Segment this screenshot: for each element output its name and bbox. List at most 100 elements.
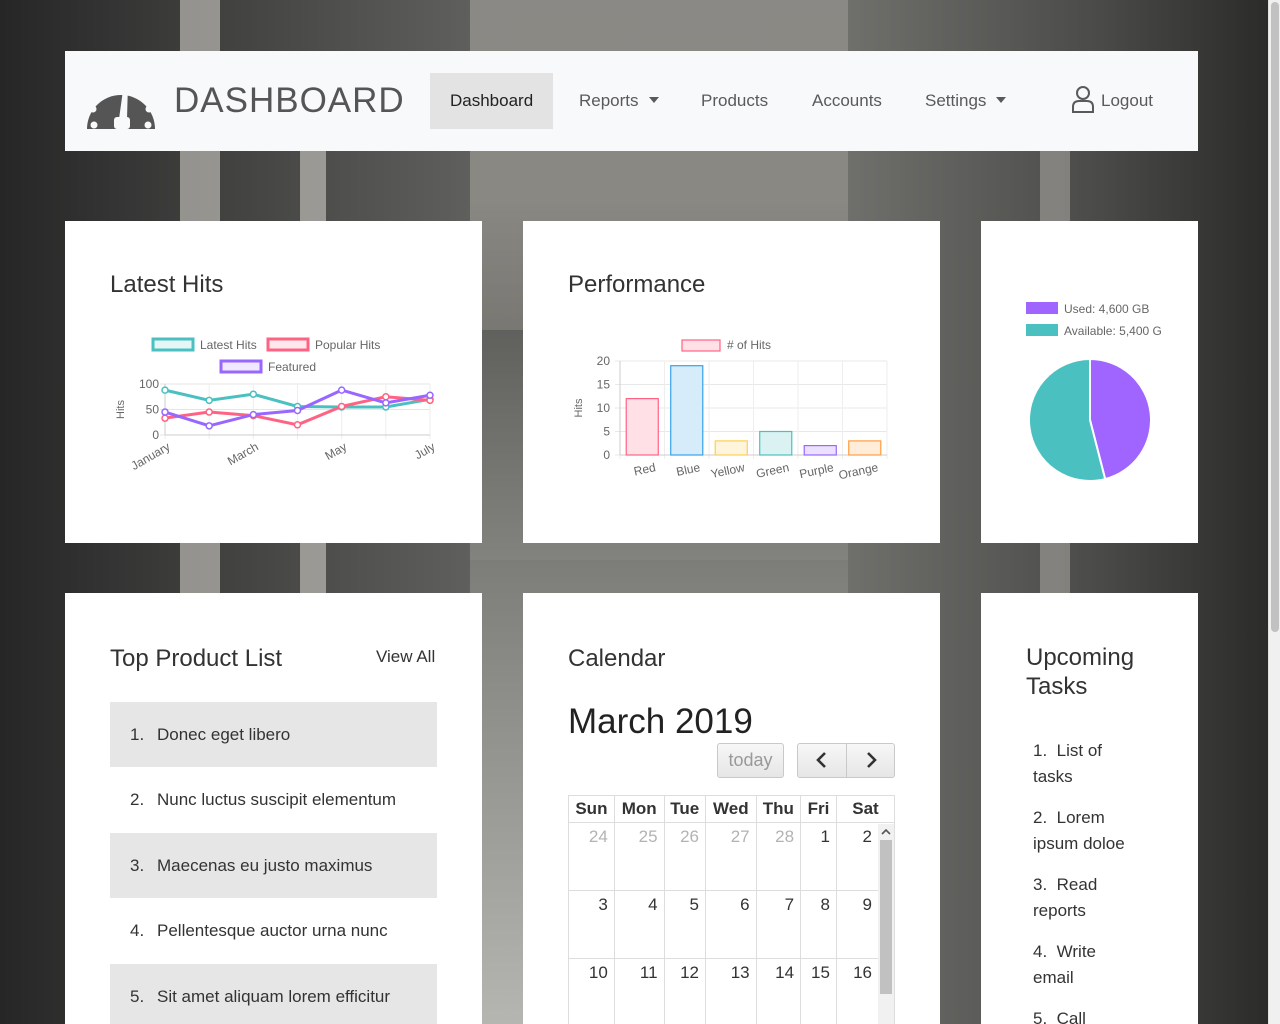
calendar-day-cell[interactable]: 28 bbox=[755, 822, 802, 891]
task-item[interactable]: 1. List of tasks bbox=[1033, 738, 1163, 790]
task-label: tasks bbox=[1033, 767, 1073, 786]
task-label: List of bbox=[1056, 741, 1102, 760]
calendar-day-cell[interactable]: 15 bbox=[800, 958, 837, 1024]
y-tick-label: 10 bbox=[597, 401, 611, 415]
data-point bbox=[161, 386, 169, 394]
list-item[interactable]: 2. Nunc luctus suscipit elementum bbox=[110, 767, 437, 832]
list-item-label: Donec eget libero bbox=[157, 725, 291, 744]
day-header: Wed bbox=[705, 795, 757, 823]
calendar-card: Calendar March 2019 today Sun Mon Tue We… bbox=[523, 593, 940, 1024]
calendar-day-cell[interactable]: 24 bbox=[568, 822, 615, 891]
x-tick-label: Purple bbox=[798, 460, 835, 481]
tasks-title-line: Upcoming bbox=[1026, 644, 1135, 671]
list-item-number: 2. bbox=[130, 790, 145, 809]
calendar-day-cell[interactable]: 13 bbox=[705, 958, 757, 1024]
list-item[interactable]: 5. Sit amet aliquam lorem efficitur bbox=[110, 964, 437, 1024]
product-list-title: Top Product List bbox=[110, 645, 283, 672]
chevron-left-icon bbox=[816, 752, 826, 768]
legend-label: Featured bbox=[268, 360, 316, 374]
task-number: 5. bbox=[1033, 1009, 1048, 1024]
list-item-number: 5. bbox=[130, 987, 145, 1006]
data-point bbox=[382, 399, 390, 407]
nav-dashboard[interactable]: Dashboard bbox=[430, 73, 554, 129]
legend-label: # of Hits bbox=[727, 338, 771, 352]
product-list-card: Top Product List View All 1. Donec eget l… bbox=[65, 593, 482, 1024]
x-tick-label: Green bbox=[755, 460, 791, 481]
user-icon bbox=[1072, 86, 1094, 113]
calendar-day-cell[interactable]: 26 bbox=[663, 822, 707, 891]
legend-swatch bbox=[219, 359, 263, 374]
calendar-grid: Sun Mon Tue Wed Thu Fri Sat 24 25 26 27 … bbox=[568, 795, 896, 1024]
task-item[interactable]: 4. Write email bbox=[1033, 939, 1163, 991]
bar bbox=[625, 398, 659, 456]
task-item[interactable]: 2. Lorem ipsum doloe bbox=[1033, 805, 1163, 857]
calendar-day-cell[interactable]: 7 bbox=[755, 890, 802, 959]
calendar-day-cell[interactable]: 25 bbox=[613, 822, 665, 891]
scrollbar-thumb[interactable] bbox=[1271, 2, 1279, 632]
calendar-week-row: 10 11 12 13 14 15 16 bbox=[568, 958, 896, 1024]
nav-settings[interactable]: Settings bbox=[905, 73, 1026, 129]
calendar-day-cell[interactable]: 10 bbox=[568, 958, 615, 1024]
calendar-day-cell[interactable]: 1 bbox=[800, 822, 837, 891]
day-header: Thu bbox=[755, 795, 802, 823]
data-point bbox=[293, 421, 302, 429]
calendar-week-row: 24 25 26 27 28 1 2 bbox=[568, 822, 896, 891]
calendar-day-cell[interactable]: 27 bbox=[705, 822, 757, 891]
calendar-day-cell[interactable]: 5 bbox=[663, 890, 707, 959]
nav-reports[interactable]: Reports bbox=[559, 73, 679, 129]
list-item[interactable]: 3. Maecenas eu justo maximus bbox=[110, 833, 437, 898]
calendar-prev-button[interactable] bbox=[797, 743, 847, 778]
caret-down-icon bbox=[648, 97, 659, 103]
x-tick-label: March bbox=[225, 439, 261, 468]
page-scrollbar[interactable] bbox=[1268, 0, 1280, 1024]
list-item[interactable]: 1. Donec eget libero bbox=[110, 702, 437, 767]
calendar-day-cell[interactable]: 12 bbox=[663, 958, 707, 1024]
y-tick-label: 100 bbox=[139, 377, 159, 391]
task-label: email bbox=[1033, 968, 1074, 987]
calendar-scrollbar[interactable] bbox=[878, 824, 894, 1024]
y-tick-label: 50 bbox=[146, 403, 160, 417]
caret-down-icon bbox=[996, 97, 1007, 103]
calendar-day-cell[interactable]: 11 bbox=[613, 958, 665, 1024]
calendar-day-cell[interactable]: 6 bbox=[705, 890, 757, 959]
calendar-today-button[interactable]: today bbox=[717, 743, 784, 778]
legend-swatch bbox=[151, 337, 195, 352]
day-header: Sat bbox=[835, 795, 896, 823]
day-header: Tue bbox=[663, 795, 707, 823]
calendar-day-cell[interactable]: 14 bbox=[755, 958, 802, 1024]
calendar-day-cell[interactable]: 3 bbox=[568, 890, 615, 959]
calendar-day-cell[interactable]: 4 bbox=[613, 890, 665, 959]
calendar-day-cell[interactable]: 8 bbox=[800, 890, 837, 959]
calendar-title: Calendar bbox=[568, 645, 666, 672]
nav-accounts[interactable]: Accounts bbox=[792, 73, 902, 129]
logout-button[interactable]: Logout bbox=[1051, 73, 1173, 129]
task-label: Lorem bbox=[1056, 808, 1105, 827]
scroll-up-icon bbox=[881, 828, 891, 835]
y-tick-label: 0 bbox=[152, 428, 159, 442]
calendar-next-button[interactable] bbox=[846, 743, 895, 778]
brand[interactable]: DASHBOARD bbox=[85, 71, 405, 131]
calendar-scrollbar-thumb[interactable] bbox=[880, 840, 892, 994]
task-item[interactable]: 3. Read reports bbox=[1033, 872, 1163, 924]
view-all-link[interactable]: View All bbox=[376, 647, 435, 667]
data-point bbox=[337, 402, 346, 411]
task-number: 3. bbox=[1033, 875, 1048, 894]
latest-hits-line-chart: Latest Hits Popular Hits Featured 100 50 0 Hit… bbox=[115, 337, 438, 473]
task-item[interactable]: 5. Call bbox=[1033, 1006, 1163, 1024]
legend-swatch bbox=[1026, 302, 1058, 314]
list-item[interactable]: 4. Pellentesque auctor urna nunc bbox=[110, 898, 437, 963]
data-point bbox=[426, 391, 434, 399]
legend-swatch bbox=[681, 339, 721, 352]
nav-accounts-label: Accounts bbox=[812, 91, 882, 110]
data-point bbox=[337, 386, 346, 394]
calendar-week-row: 3 4 5 6 7 8 9 bbox=[568, 890, 896, 959]
day-header: Mon bbox=[613, 795, 665, 823]
bar bbox=[714, 440, 748, 456]
storage-pie-chart: Used: 4,600 GB Available: 5,400 G bbox=[1026, 302, 1162, 482]
list-item-number: 4. bbox=[130, 921, 145, 940]
bar bbox=[848, 440, 882, 456]
nav-products[interactable]: Products bbox=[681, 73, 788, 129]
x-tick-label: Blue bbox=[675, 460, 702, 479]
tasks-card: Upcoming Tasks 1. List of tasks 2. Lorem… bbox=[981, 593, 1198, 1024]
list-item-label: Sit amet aliquam lorem efficitur bbox=[157, 987, 391, 1006]
